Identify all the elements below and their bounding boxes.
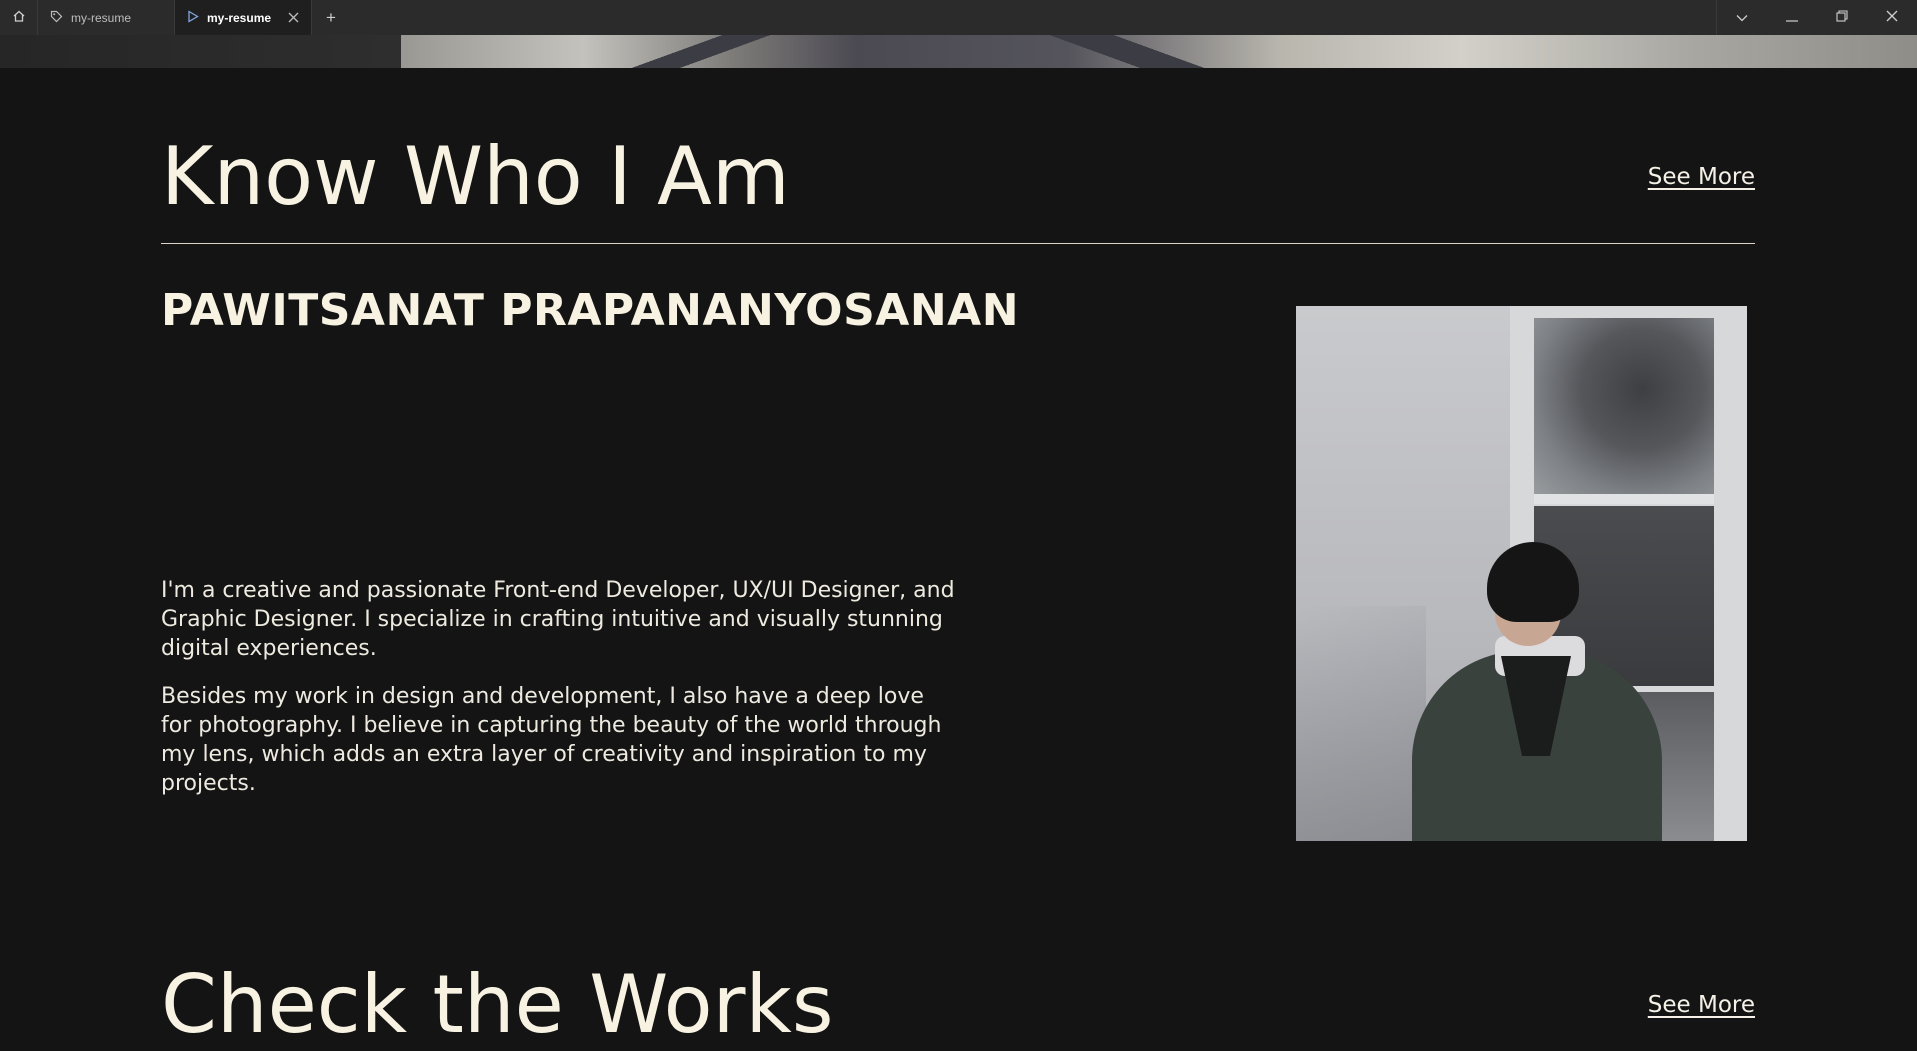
chevron-down-icon (1736, 11, 1748, 25)
window-titlebar: my-resume my-resume + (0, 0, 1917, 35)
photo-wall-shadow (1296, 606, 1426, 841)
works-title: Check the Works (161, 958, 834, 1051)
restore-icon (1836, 10, 1848, 25)
hero-banner (0, 35, 1917, 68)
person-name: PAWITSANAT PRAPANANYOSANAN (161, 285, 1020, 336)
works-see-more-link[interactable]: See More (1648, 992, 1755, 1018)
photo-window-pane (1534, 318, 1714, 496)
profile-photo (1296, 306, 1747, 841)
tag-icon (50, 10, 63, 26)
about-see-more-link[interactable]: See More (1648, 164, 1755, 190)
close-icon (1886, 10, 1898, 25)
hero-left-panel (0, 35, 401, 68)
home-icon (12, 9, 26, 26)
close-window-button[interactable] (1867, 0, 1917, 35)
restore-button[interactable] (1817, 0, 1867, 35)
bio-text: I'm a creative and passionate Front-end … (161, 576, 961, 817)
works-section-header: Check the Works See More (161, 965, 1755, 1045)
tab-my-resume-1[interactable]: my-resume (38, 0, 175, 35)
hero-image (401, 35, 1917, 68)
minimize-icon (1786, 11, 1798, 25)
bio-paragraph: I'm a creative and passionate Front-end … (161, 578, 955, 661)
tab-label: my-resume (71, 10, 132, 25)
tab-label: my-resume (207, 10, 272, 25)
tab-my-resume-2[interactable]: my-resume (175, 0, 312, 35)
home-button[interactable] (0, 0, 38, 35)
new-tab-button[interactable]: + (312, 0, 350, 35)
photo-window-bar (1534, 494, 1714, 504)
minimize-button[interactable] (1767, 0, 1817, 35)
tab-list-button[interactable] (1717, 0, 1767, 35)
about-title: Know Who I Am (161, 130, 790, 223)
close-icon[interactable] (288, 10, 299, 26)
window-controls (1716, 0, 1917, 35)
section-divider (161, 243, 1755, 244)
about-section-header: Know Who I Am See More (161, 137, 1755, 217)
play-icon (187, 9, 199, 26)
titlebar-spacer (350, 0, 1716, 35)
bio-paragraph: Besides my work in design and developmen… (161, 684, 942, 796)
